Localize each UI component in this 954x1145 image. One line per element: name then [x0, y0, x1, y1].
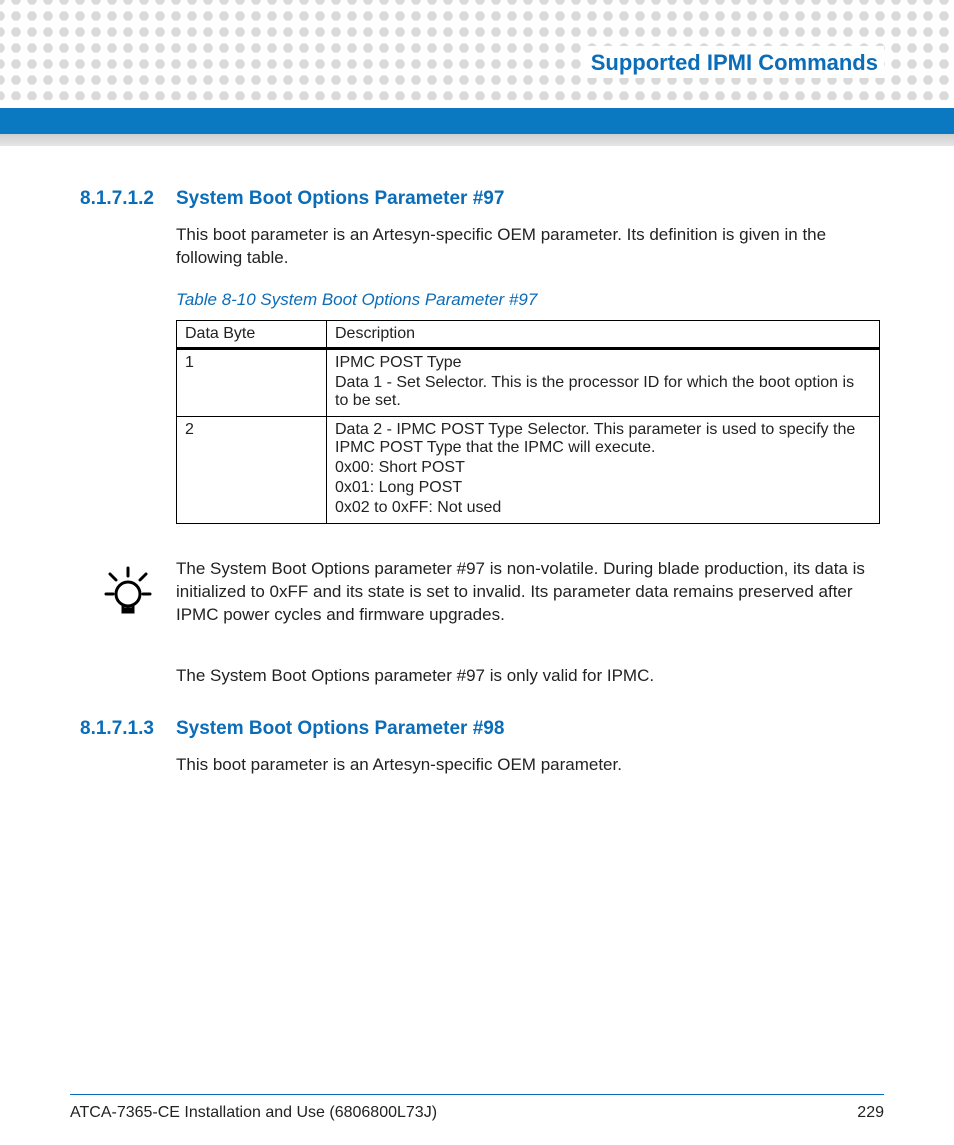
table-header-cell: Description — [327, 320, 880, 348]
cell-line: 0x01: Long POST — [335, 479, 871, 497]
page-header-title: Supported IPMI Commands — [581, 46, 884, 78]
section-intro: This boot parameter is an Artesyn-specif… — [176, 754, 880, 777]
page-content: 8.1.7.1.2 System Boot Options Parameter … — [80, 188, 880, 797]
header-blue-bar — [0, 108, 954, 134]
footer-rule — [70, 1094, 884, 1095]
section-number: 8.1.7.1.2 — [80, 188, 162, 210]
tip-text: The System Boot Options parameter #97 is… — [176, 558, 880, 627]
lightbulb-icon — [100, 558, 156, 629]
cell-line: 0x00: Short POST — [335, 459, 871, 477]
section-heading: 8.1.7.1.2 System Boot Options Parameter … — [80, 188, 880, 210]
footer-doc-title: ATCA-7365-CE Installation and Use (68068… — [70, 1104, 437, 1122]
footer-page-number: 229 — [857, 1104, 884, 1122]
section-title: System Boot Options Parameter #98 — [176, 718, 504, 740]
table-row: 1 IPMC POST Type Data 1 - Set Selector. … — [177, 348, 880, 416]
table-cell: 2 — [177, 416, 327, 523]
cell-line: IPMC POST Type — [335, 354, 871, 372]
table-cell: IPMC POST Type Data 1 - Set Selector. Th… — [327, 348, 880, 416]
section-heading: 8.1.7.1.3 System Boot Options Parameter … — [80, 718, 880, 740]
section-number: 8.1.7.1.3 — [80, 718, 162, 740]
cell-line: 0x02 to 0xFF: Not used — [335, 499, 871, 517]
table-caption: Table 8-10 System Boot Options Parameter… — [176, 290, 880, 310]
tip-block: The System Boot Options parameter #97 is… — [100, 558, 880, 629]
cell-line: Data 1 - Set Selector. This is the proce… — [335, 374, 871, 410]
table-cell: 1 — [177, 348, 327, 416]
header-grey-bar — [0, 134, 954, 146]
section-intro: This boot parameter is an Artesyn-specif… — [176, 224, 880, 270]
parameter-table: Data Byte Description 1 IPMC POST Type D… — [176, 320, 880, 524]
table-row: 2 Data 2 - IPMC POST Type Selector. This… — [177, 416, 880, 523]
section-title: System Boot Options Parameter #97 — [176, 188, 504, 210]
page-footer: ATCA-7365-CE Installation and Use (68068… — [70, 1104, 884, 1122]
table-cell: Data 2 - IPMC POST Type Selector. This p… — [327, 416, 880, 523]
section-note: The System Boot Options parameter #97 is… — [176, 665, 880, 688]
cell-line: Data 2 - IPMC POST Type Selector. This p… — [335, 421, 871, 457]
table-header-row: Data Byte Description — [177, 320, 880, 348]
table-header-cell: Data Byte — [177, 320, 327, 348]
